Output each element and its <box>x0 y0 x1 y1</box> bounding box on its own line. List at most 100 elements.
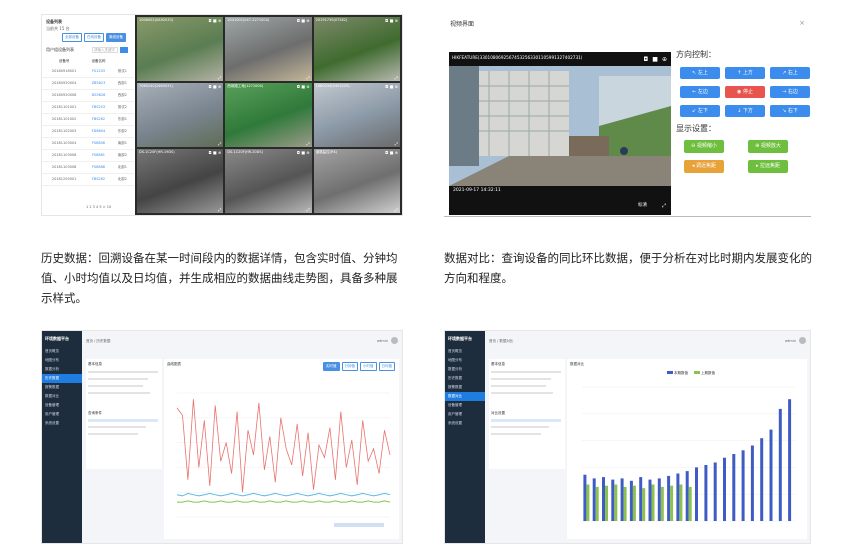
sidebar-item[interactable]: 数据对比 <box>445 392 485 401</box>
fullscreen-icon[interactable]: ⤢ <box>218 141 221 146</box>
side-search-input[interactable]: 请输入关键字 <box>92 47 118 53</box>
video-cell[interactable]: 7060240(2460031) ◘ ■ ⊕ ⤢ <box>137 83 224 147</box>
fullscreen-icon[interactable]: ⤢ <box>395 75 398 80</box>
fullscreen-icon[interactable]: ⤢ <box>306 141 309 146</box>
sidebar-item[interactable]: 数据分析 <box>445 365 485 374</box>
table-cell[interactable]: DS5626 <box>82 93 114 98</box>
fullscreen-icon[interactable]: ⤢ <box>218 207 221 212</box>
table-cell[interactable]: ZB5623 <box>82 81 114 86</box>
user-name[interactable]: admin <box>377 339 388 343</box>
fullscreen-icon[interactable]: ⤢ <box>662 203 666 209</box>
sidebar-item[interactable]: 系统设置 <box>445 419 485 428</box>
direction-button[interactable]: ↙ 左下 <box>680 105 720 117</box>
table-cell[interactable]: FS6868 <box>82 165 114 170</box>
direction-button[interactable]: ← 左边 <box>680 86 720 98</box>
sidebar-item[interactable]: 地图分布 <box>445 356 485 365</box>
table-row[interactable]: 20181102003 FD6604 东部2 <box>42 126 134 138</box>
direction-button[interactable]: ↖ 左上 <box>680 67 720 79</box>
tab-realtime[interactable]: 实时值 <box>323 362 340 371</box>
sidebar-item[interactable]: 数据对比 <box>42 392 82 401</box>
direction-button[interactable]: ↑ 上方 <box>725 67 765 79</box>
direction-button[interactable]: ↓ 下方 <box>725 105 765 117</box>
tab-all[interactable]: 全部设备 <box>62 33 82 42</box>
fullscreen-icon[interactable]: ⤢ <box>395 207 398 212</box>
user-name[interactable]: admin <box>785 339 796 343</box>
sidebar-item[interactable]: 设备管理 <box>42 401 82 410</box>
direction-button[interactable]: → 右边 <box>770 86 810 98</box>
sidebar-item[interactable]: 首页概览 <box>42 347 82 356</box>
camera-icon[interactable]: ◘ ■ ⊕ <box>297 18 310 23</box>
table-row[interactable]: 20180920004 ZB5623 西部1 <box>42 78 134 90</box>
fullscreen-icon[interactable]: ⤢ <box>306 75 309 80</box>
camera-icon[interactable]: ◘ ■ ⊕ <box>208 18 221 23</box>
direction-button[interactable]: ↗ 右上 <box>770 67 810 79</box>
video-cell[interactable]: 1080244(0401025) ◘ ■ ⊕ ⤢ <box>313 83 400 147</box>
search-button[interactable] <box>120 47 128 53</box>
table-row[interactable]: 20181103006 FS6861 南部2 <box>42 150 134 162</box>
table-cell[interactable]: FBS203 <box>82 105 114 110</box>
display-button[interactable]: ⊕ 视频放大 <box>748 140 788 153</box>
table-cell[interactable]: FBS262 <box>82 177 114 182</box>
camera-icon[interactable]: ◘ ■ ⊕ <box>385 18 398 23</box>
sidebar-item[interactable]: 用户管理 <box>42 410 82 419</box>
video-cell[interactable]: 20191730(07282) ◘ ■ ⊕ ⤢ <box>313 17 400 81</box>
sidebar-item[interactable]: 设备管理 <box>445 401 485 410</box>
camera-icon[interactable]: ◘ <box>644 56 649 63</box>
table-row[interactable]: 20181101001 FBS203 测试2 <box>42 102 134 114</box>
table-cell[interactable]: FBS262 <box>82 117 114 122</box>
video-cell[interactable]: 西城路工地(1271004) ◘ ■ ⊕ ⤢ <box>225 83 312 147</box>
table-cell[interactable]: FS6861 <box>82 153 114 158</box>
fullscreen-icon[interactable]: ⤢ <box>395 141 398 146</box>
sidebar-item[interactable]: 报警数据 <box>42 383 82 392</box>
fullscreen-icon[interactable]: ⤢ <box>306 207 309 212</box>
direction-button[interactable]: ◉ 停止 <box>725 86 765 98</box>
close-icon[interactable]: × <box>799 20 805 27</box>
sidebar-item[interactable]: 地图分布 <box>42 356 82 365</box>
camera-icon[interactable]: ◘ ■ ⊕ <box>385 150 398 155</box>
sidebar-item[interactable]: 数据分析 <box>42 365 82 374</box>
avatar[interactable] <box>391 337 398 344</box>
pager[interactable]: 1 2 3 4 5 > 10 <box>86 205 111 209</box>
video-cell[interactable]: DS-1C20F(HR-19DS) ◘ ■ ⊕ ⤢ <box>137 149 224 213</box>
tab-day[interactable]: 日均值 <box>378 362 395 371</box>
fullscreen-icon[interactable]: ⤢ <box>218 75 221 80</box>
display-button[interactable]: ⊖ 视频缩小 <box>684 140 724 153</box>
tab-online[interactable]: 在线设备 <box>84 33 104 42</box>
tab-offline[interactable]: 离线设备 <box>106 33 126 42</box>
display-button[interactable]: ▸ 拉远焦距 <box>748 160 788 173</box>
zoom-slider[interactable] <box>334 523 384 527</box>
video-cell[interactable]: DS-1C20F(HR-20DS) ◘ ■ ⊕ ⤢ <box>225 149 312 213</box>
sidebar-item[interactable]: 报警数据 <box>445 383 485 392</box>
zoom-icon[interactable]: ⊕ <box>662 56 667 63</box>
table-row[interactable]: 20181205001 FBS262 北部2 <box>42 174 134 186</box>
video-cell[interactable]: 2041001(047-2271004) ◘ ■ ⊕ ⤢ <box>225 17 312 81</box>
table-cell[interactable]: FS6806 <box>82 141 114 146</box>
sidebar-item[interactable]: 用户管理 <box>445 410 485 419</box>
table-cell[interactable]: FS1203 <box>82 69 114 74</box>
sidebar-item[interactable]: 历史数据 <box>445 374 485 383</box>
table-row[interactable]: 20180920006 DS5626 西部2 <box>42 90 134 102</box>
video-cell[interactable]: 道路监控(RK) ◘ ■ ⊕ ⤢ <box>313 149 400 213</box>
table-cell[interactable]: FD6604 <box>82 129 114 134</box>
tab-hour[interactable]: 小时值 <box>360 362 377 371</box>
bar <box>788 399 792 521</box>
record-icon[interactable]: ■ <box>652 56 658 63</box>
video-footer[interactable]: 标清 <box>638 203 647 208</box>
direction-button[interactable]: ↘ 右下 <box>770 105 810 117</box>
camera-icon[interactable]: ◘ ■ ⊕ <box>297 150 310 155</box>
camera-icon[interactable]: ◘ ■ ⊕ <box>297 84 310 89</box>
table-row[interactable]: 20181103004 FS6806 南部1 <box>42 138 134 150</box>
camera-icon[interactable]: ◘ ■ ⊕ <box>385 84 398 89</box>
video-cell[interactable]: 1008002(0A92033) ◘ ■ ⊕ ⤢ <box>137 17 224 81</box>
sidebar-item[interactable]: 历史数据 <box>42 374 82 383</box>
display-button[interactable]: ◂ 调近焦距 <box>684 160 724 173</box>
camera-icon[interactable]: ◘ ■ ⊕ <box>208 150 221 155</box>
avatar[interactable] <box>799 337 806 344</box>
sidebar-item[interactable]: 系统设置 <box>42 419 82 428</box>
camera-icon[interactable]: ◘ ■ ⊕ <box>208 84 221 89</box>
table-row[interactable]: 20181101002 FBS262 东部1 <box>42 114 134 126</box>
table-row[interactable]: 20180918001 FS1203 测试1 <box>42 66 134 78</box>
tab-minute[interactable]: 分钟值 <box>341 362 358 371</box>
sidebar-item[interactable]: 首页概览 <box>445 347 485 356</box>
table-row[interactable]: 20181103008 FS6868 北部1 <box>42 162 134 174</box>
